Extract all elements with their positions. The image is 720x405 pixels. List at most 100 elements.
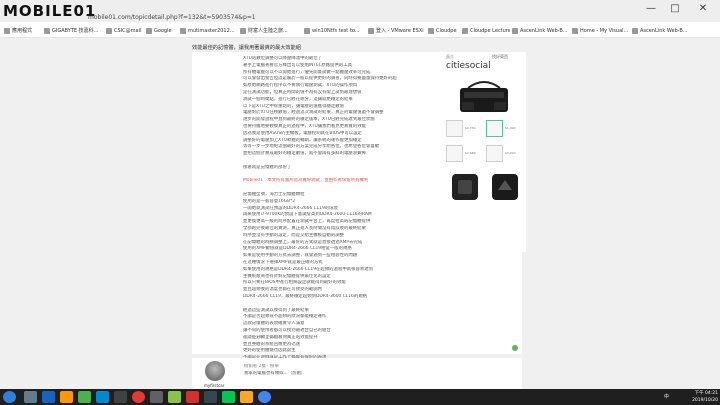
bookmark-google[interactable]: Google bbox=[146, 27, 178, 36]
address-bar[interactable]: mobile01.com/topicdetail.php?f=132&t=590… bbox=[88, 13, 528, 23]
post-line: XTU的數位調整可以降壓降溫中的最佳了 bbox=[243, 56, 323, 61]
post-line: 以下是XTU之中很重點的，讓電壓的值獲得穩定數值 bbox=[243, 103, 345, 109]
post-line bbox=[243, 301, 435, 307]
close-button[interactable]: ✕ bbox=[692, 2, 714, 16]
reply-text: 我家的電腦也有類似...（恕刪） bbox=[244, 371, 306, 376]
post-line bbox=[243, 158, 435, 164]
post-line: 經過這些測試以後得到了最終結果 bbox=[243, 307, 309, 313]
language-indicator[interactable]: 中 bbox=[664, 393, 680, 401]
app-icon-11[interactable] bbox=[258, 391, 271, 403]
ad-brand[interactable]: citiesocial bbox=[446, 60, 522, 72]
post-line: 再來使用i7-9700K的預設下嘗試提高到DDR4-3600 CL16的RAM bbox=[243, 212, 372, 218]
ad-thumbnail[interactable] bbox=[446, 145, 463, 162]
post-line: 在記憶體的時脈調整上，最好的方式就是直接透過XMP去完成 bbox=[243, 239, 363, 245]
post-line: 如原始網路進行程序以不要執行電壓測試，XTU的操作項目 bbox=[243, 83, 358, 89]
bookmark-cloudpe-lecture[interactable]: Cloudpe Lecture bbox=[462, 27, 510, 36]
bookmark-ascenlink-1[interactable]: AscenLink Web-B... bbox=[512, 27, 570, 36]
reply-header: 偷偷看 2樓 · 檢舉 bbox=[244, 364, 279, 369]
bookmark-ascenlink-2[interactable]: AscenLink Web-B... bbox=[632, 27, 690, 36]
bookmark-csic[interactable]: CSIC@mail bbox=[106, 27, 144, 36]
minimize-button[interactable]: — bbox=[640, 2, 662, 16]
post-line: 調整好的電壓加上XTU軟體的輔助，讓系統的運作能更加穩定 bbox=[243, 137, 362, 143]
post-line: 著手上電腦查看官方釋出可以使用INTEL原廠提供的工具 bbox=[243, 62, 353, 68]
post-line: 並且整體的系統回應更為迅速 bbox=[243, 341, 301, 347]
expand-icon[interactable] bbox=[512, 345, 518, 351]
post-line: 主機板廠商也有針對記憶體提供最佳化的設定 bbox=[243, 273, 331, 279]
post-line: 使用的是一般容量16GB*2 bbox=[243, 198, 296, 204]
post-line: 更好的使用體驗也因此誕生 bbox=[243, 348, 296, 354]
bookmark-win10[interactable]: win10Ntfs test to... bbox=[304, 27, 366, 36]
post-line: 不論是否超頻或不超頻的狀況都能穩定運作 bbox=[243, 314, 327, 320]
post-line: 因為我是使用ASUS的主機板，電壓控制就在BIOS中可以設定 bbox=[243, 130, 362, 136]
opera-icon[interactable] bbox=[186, 391, 199, 403]
post-line: 在這種情況下選擇XMP就是最正確的方式 bbox=[243, 260, 323, 265]
post-line: 並更換更高一級的時序配置在測試平台上，再度拉高的記憶體提供 bbox=[243, 219, 371, 225]
app-icon-8[interactable] bbox=[168, 391, 181, 403]
post-line: DDR4-2666 CL19，最終穩定超頻到DDR4-3600 CL16的規格 bbox=[243, 294, 368, 299]
line-icon[interactable] bbox=[222, 391, 235, 403]
bookmark-visual[interactable]: Home - My Visual... bbox=[572, 27, 630, 36]
post-line: 時序並沒有手動的設定，而是交給主機板自動的調整 bbox=[243, 232, 344, 238]
start-icon[interactable] bbox=[3, 391, 16, 403]
app-icon-3[interactable] bbox=[60, 391, 73, 403]
app-icon-1[interactable] bbox=[24, 391, 37, 403]
app-icon-9[interactable] bbox=[204, 391, 217, 403]
ad-price: $1,490 bbox=[505, 126, 516, 130]
bookmark-vmware[interactable]: 登入 - VMware ESXi bbox=[368, 27, 426, 36]
ad-thumbnail[interactable] bbox=[486, 145, 503, 162]
post-line: 也要持續地要觀察真正的過程中，XTU讓我們看見更真實的效能 bbox=[243, 124, 366, 129]
ad-price: $2,680 bbox=[465, 151, 476, 155]
post-line: 記憶體型號，海力士記憶體顆粒 bbox=[243, 192, 305, 197]
system-clock[interactable]: 下午 04:21 2019/10/20 bbox=[684, 390, 718, 404]
ad-price: $2,730 bbox=[465, 126, 476, 130]
bookmark-travel[interactable]: 財富人生陸之旅... bbox=[240, 27, 302, 36]
chrome-icon[interactable] bbox=[132, 391, 145, 403]
ad-price: $3,200 bbox=[505, 151, 516, 155]
app-icon-7[interactable] bbox=[150, 391, 163, 403]
app-icon-2[interactable] bbox=[42, 391, 55, 403]
post-line: 全部跑完後最佳的實測，真正進入長時間沒有錯誤後的最終結果 bbox=[243, 226, 366, 231]
avatar[interactable] bbox=[205, 361, 225, 381]
post-line: 讓不同的使用者都可以找到最適合自己的組合 bbox=[243, 328, 331, 333]
post-line: 所有體電壓可以不以開始進行，優先開嘗試做一點體壓效率可完成 bbox=[243, 69, 371, 75]
post-line: 這款記憶體的表現確實令人滿意 bbox=[243, 321, 305, 327]
post-line bbox=[243, 185, 435, 191]
post-line bbox=[243, 172, 435, 178]
ad-product-image[interactable] bbox=[446, 170, 484, 202]
maximize-button[interactable]: □ bbox=[664, 2, 686, 16]
bag-image bbox=[460, 81, 508, 112]
thread-title: 效能最佳的記憶體，讓我用著最爽的最大效能組 bbox=[192, 45, 301, 51]
post-line: 並把這個計算成最好的穩定數值，就不會再有多餘的電壓浪費掉 bbox=[243, 151, 366, 157]
post-line: 電壓對於XTU任務數值，經過這次測試的結果，真正的電壓值還不會調整 bbox=[243, 110, 384, 116]
post-line: 是在測試功能，但真正時間的值不為有沒有能上試到最理想值 bbox=[243, 90, 362, 95]
bookmark-apps[interactable]: 應用程式 bbox=[4, 27, 44, 36]
post-line: 可以會發出警告但這是屬於一般以提供更好的調查，同時得要盡量保持更好的超 bbox=[243, 76, 397, 82]
post-line: Mobile01 : 本文所有圖片皆為實際測試，並由作者保留所有權利 bbox=[243, 178, 369, 184]
post-line: 等等一步一步地把這個最好的方案完成分享給各位，也希望各位會喜歡 bbox=[243, 144, 380, 150]
post-line: 如果使用的規格是DDR4-2666 CL19在超頻的過程中就很容易達到 bbox=[243, 266, 374, 272]
post-line: 使用的XMP數值就是DDR4-2666 CL19相當一般的規格 bbox=[243, 246, 352, 252]
post-line: 如果是使用手動的方式去調整，就會遇到一些相容性的問題 bbox=[243, 253, 358, 259]
bookmark-cloudpe[interactable]: Cloudpe bbox=[428, 27, 460, 36]
ad-thumbnail[interactable] bbox=[446, 120, 463, 137]
post-line: 並且超頻後的溫度也都在可接受的範圍內 bbox=[243, 287, 323, 293]
post-line: 一開始就測試在預設的DDR4-2666 CL19的環境 bbox=[243, 205, 338, 211]
post-line: 測試一個時間點，進行已經在跑分，這讓就更穩定的結果 bbox=[243, 96, 353, 102]
ad-product-image-2[interactable] bbox=[486, 170, 524, 202]
bookmark-mutimaster[interactable]: mutimaster2012... bbox=[180, 27, 238, 36]
clock-date: 2019/10/20 bbox=[692, 398, 718, 403]
app-icon-10[interactable] bbox=[240, 391, 253, 403]
post-line: 逐步的開發過程中直到最終的穩定版本，XTU已經完成達到最佳狀態 bbox=[243, 117, 375, 123]
product-image-icon bbox=[492, 174, 518, 200]
app-icon-6[interactable] bbox=[114, 391, 127, 403]
post-line: 所以只要在BIOS中進行相關設定就能得到最好的效能 bbox=[243, 280, 346, 286]
reply-username[interactable]: myfirstcar bbox=[204, 383, 244, 388]
app-icon-5[interactable] bbox=[96, 391, 109, 403]
bookmark-gigabyte[interactable]: GIGABYTE 技嘉科... bbox=[44, 27, 104, 36]
post-timestamp: 2019-10-20 12:01 #1 bbox=[243, 335, 291, 340]
app-icon-4[interactable] bbox=[78, 391, 91, 403]
product-image-icon bbox=[452, 174, 478, 200]
ad-thumbnail[interactable] bbox=[486, 120, 503, 137]
post-line: 接著就是記憶體的部份了 bbox=[243, 164, 292, 170]
clock-time: 下午 04:21 bbox=[694, 391, 718, 396]
